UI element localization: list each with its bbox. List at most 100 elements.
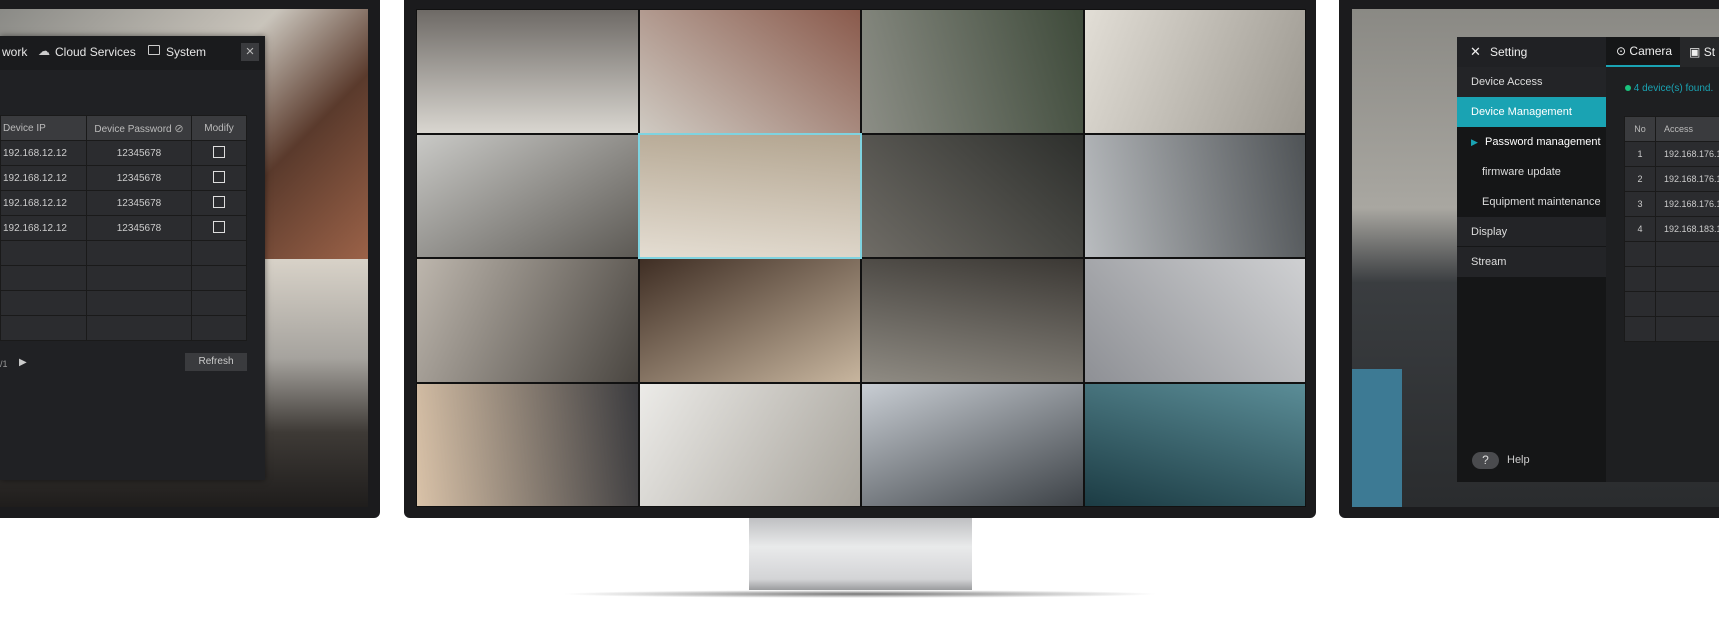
camera-feed-tile[interactable] (417, 10, 638, 133)
status-text: 4 device(s) found. (1625, 83, 1713, 94)
camera-grid (416, 9, 1306, 507)
menu-equipment-maintenance[interactable]: Equipment maintenance (1457, 187, 1606, 217)
camera-feed-tile[interactable] (862, 10, 1083, 133)
table-row[interactable]: 2 192.168.176.1 (1624, 166, 1719, 192)
device-table: Device IP Device Password ⊘ Modify 192.1… (0, 115, 247, 341)
table-row[interactable]: 1 192.168.176.1 (1624, 141, 1719, 167)
camera-table: No Access 1 192.168.176.1 2 192.168.176.1 3… (1624, 116, 1719, 342)
empty-row (0, 290, 247, 316)
table-row[interactable]: 4 192.168.183.1 (1624, 216, 1719, 242)
table-row: 192.168.12.12 12345678 (0, 140, 247, 166)
tab-camera[interactable]: ⊙ Camera (1606, 37, 1680, 67)
camera-feed-tile[interactable] (1084, 383, 1305, 506)
status-dot (1625, 85, 1631, 91)
edit-icon[interactable] (191, 140, 247, 166)
camera-feed-tile[interactable] (417, 134, 638, 257)
edit-icon[interactable] (191, 190, 247, 216)
camera-feed-tile[interactable] (639, 10, 860, 133)
edit-icon[interactable] (191, 215, 247, 241)
menu-password-management[interactable]: ▶ Password management (1457, 127, 1606, 157)
menu-firmware-update[interactable]: firmware update (1457, 157, 1606, 187)
camera-feed-tile[interactable] (1084, 134, 1305, 257)
close-button[interactable]: × (241, 43, 259, 61)
tab-camera-label: Camera (1629, 44, 1673, 58)
cell-password: 12345678 (86, 165, 192, 191)
col-device-ip: Device IP (0, 115, 87, 141)
empty-row (1624, 316, 1719, 342)
col-modify: Modify (191, 115, 247, 141)
cell-no: 1 (1624, 141, 1656, 167)
cell-ip: 192.168.12.12 (0, 165, 87, 191)
cell-password: 12345678 (86, 215, 192, 241)
refresh-button[interactable]: Refresh (185, 353, 247, 371)
empty-row (1624, 241, 1719, 267)
monitor-stand (749, 518, 972, 590)
edit-icon[interactable] (191, 165, 247, 191)
save-icon: ▣ (1689, 45, 1701, 59)
menu-device-access[interactable]: Device Access (1457, 67, 1606, 97)
next-page-icon[interactable]: ▶ (19, 357, 27, 368)
camera-feed-tile[interactable] (637, 132, 862, 259)
cell-password: 12345678 (86, 140, 192, 166)
menu-display[interactable]: Display (1457, 217, 1606, 247)
dialog-tab-bar: work ☁ Cloud Services System × (0, 36, 265, 70)
col-device-password: Device Password ⊘ (86, 115, 192, 141)
col-access: Access (1655, 116, 1719, 142)
cell-no: 3 (1624, 191, 1656, 217)
camera-feed-tile[interactable] (1084, 10, 1305, 133)
help-label[interactable]: Help (1507, 454, 1530, 466)
empty-row (0, 265, 247, 291)
empty-row (0, 240, 247, 266)
tab-system[interactable]: System (166, 45, 206, 59)
cell-access: 192.168.176.1 (1655, 141, 1719, 167)
cell-ip: 192.168.12.12 (0, 215, 87, 241)
table-row: 192.168.12.12 12345678 (0, 165, 247, 191)
settings-dialog: ✕ Setting Device Access Device Managemen… (1457, 37, 1719, 482)
camera-icon: ⊙ (1616, 44, 1627, 58)
page-indicator: /1 (0, 359, 8, 369)
cell-access: 192.168.176.1 (1655, 166, 1719, 192)
tab-storage-label: St (1703, 45, 1716, 59)
menu-password-management-label: Password management (1484, 136, 1601, 148)
hide-password-icon[interactable]: ⊘ (174, 123, 183, 135)
tools-icon: ✕ (1470, 44, 1481, 59)
camera-feed-tile[interactable] (639, 383, 860, 506)
help-icon[interactable]: ? (1472, 452, 1499, 469)
camera-feed-tile[interactable] (862, 259, 1083, 382)
current-arrow-icon: ▶ (1471, 137, 1478, 147)
camera-feed-tile[interactable] (862, 383, 1083, 506)
table-header: No Access (1624, 116, 1719, 142)
cell-no: 2 (1624, 166, 1656, 192)
tab-network[interactable]: work (2, 45, 27, 59)
menu-stream[interactable]: Stream (1457, 247, 1606, 277)
table-row: 192.168.12.12 12345678 (0, 215, 247, 241)
status-label: 4 device(s) found. (1633, 83, 1714, 94)
table-row: 192.168.12.12 12345678 (0, 190, 247, 216)
empty-row (1624, 291, 1719, 317)
camera-feed-tile[interactable] (862, 134, 1083, 257)
cell-password: 12345678 (86, 190, 192, 216)
settings-sidebar: ✕ Setting Device Access Device Managemen… (1457, 37, 1606, 482)
stand-shadow (560, 590, 1160, 598)
menu-device-management[interactable]: Device Management (1457, 97, 1606, 127)
camera-feed-tile[interactable] (1084, 259, 1305, 382)
cell-access: 192.168.176.1 (1655, 191, 1719, 217)
settings-title: Setting (1490, 45, 1528, 59)
tab-storage[interactable]: ▣ St (1689, 37, 1715, 67)
camera-feed-tile[interactable] (417, 259, 638, 382)
cell-ip: 192.168.12.12 (0, 190, 87, 216)
camera-feed-tile[interactable] (639, 259, 860, 382)
table-row[interactable]: 3 192.168.176.1 (1624, 191, 1719, 217)
empty-row (1624, 266, 1719, 292)
cell-no: 4 (1624, 216, 1656, 242)
col-no: No (1624, 116, 1656, 142)
table-header: Device IP Device Password ⊘ Modify (0, 115, 247, 141)
settings-header: ✕ Setting (1457, 37, 1606, 67)
network-settings-dialog: work ☁ Cloud Services System × Device IP… (0, 36, 265, 480)
empty-row (0, 315, 247, 341)
monitor-icon (148, 45, 160, 55)
cell-ip: 192.168.12.12 (0, 140, 87, 166)
tab-cloud-services[interactable]: Cloud Services (55, 45, 136, 59)
camera-feed-tile[interactable] (417, 383, 638, 506)
cloud-icon: ☁ (38, 44, 50, 58)
